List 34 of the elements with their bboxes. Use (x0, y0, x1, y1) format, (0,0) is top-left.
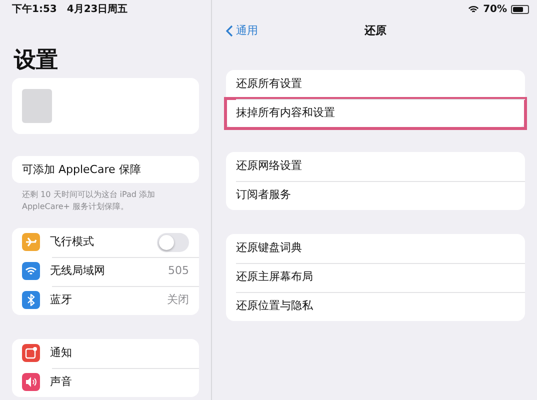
toggle-switch[interactable] (157, 232, 189, 252)
row-label: 蓝牙 (50, 292, 72, 308)
wifi-icon (468, 5, 480, 14)
settings-row[interactable]: 飞行模式 (12, 228, 199, 257)
reset-option[interactable]: 还原位置与隐私 (226, 292, 525, 321)
settings-title: 设置 (14, 48, 59, 74)
reset-option[interactable]: 订阅者服务 (226, 181, 525, 210)
photo-placeholder (22, 89, 52, 124)
row-label: 飞行模式 (50, 234, 94, 250)
settings-row[interactable]: 通知 (12, 338, 199, 368)
row-value: 关闭 (167, 292, 189, 308)
status-time: 下午1:53 (12, 2, 57, 16)
footer-note: 还剩 10 天时间可以为这台 iPad 添加 AppleCare+ 服务计划保障。 (21, 189, 156, 212)
reset-option[interactable]: 还原主屏幕布局 (226, 263, 525, 292)
row-value: 505 (168, 263, 189, 280)
chevron-left-icon (226, 25, 233, 37)
status-date: 4月23日周五 (66, 2, 128, 16)
settings-row[interactable]: 蓝牙 关闭 (12, 286, 199, 315)
page-title: 还原 (364, 22, 386, 39)
reset-option[interactable]: 还原键盘词典 (226, 234, 525, 263)
back-button[interactable]: 通用 (226, 22, 258, 40)
reset-option[interactable]: 还原所有设置 (226, 70, 525, 99)
row-label: 声音 (50, 374, 72, 390)
applecare-row[interactable]: 可添加 AppleCare 保障 (12, 156, 199, 184)
settings-row[interactable]: 无线局域网 505 (12, 256, 199, 286)
settings-row[interactable]: 声音 (12, 368, 199, 397)
row-label: 无线局域网 (50, 263, 105, 280)
profile-card[interactable] (12, 78, 199, 134)
reset-option[interactable]: 还原网络设置 (226, 152, 525, 181)
battery-percent: 70% (483, 3, 507, 17)
reset-option[interactable]: 抹掉所有内容和设置 (226, 99, 525, 128)
row-label: 可添加 AppleCare 保障 (22, 162, 141, 178)
row-label: 通知 (50, 345, 72, 362)
battery-icon (511, 5, 529, 14)
